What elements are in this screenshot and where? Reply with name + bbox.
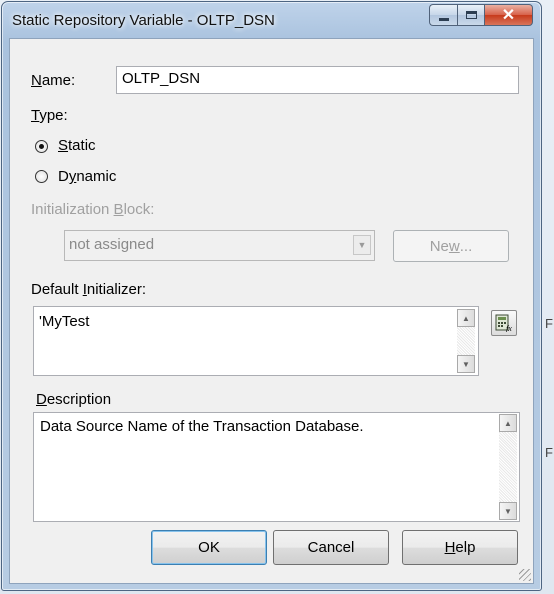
close-button[interactable]: ✕ [485,4,533,26]
minimize-button[interactable] [429,4,457,26]
scroll-track[interactable] [499,432,517,502]
new-init-block-button[interactable]: Ne w... [393,230,509,262]
dynamic-radio-label[interactable]: Dynamic [58,168,116,185]
name-label: Name: [31,72,76,89]
init-block-value: not assigned [69,236,155,253]
maximize-icon [465,11,477,19]
chevron-down-icon[interactable]: ▼ [353,235,371,255]
help-button[interactable]: Help [402,530,518,565]
caption-buttons: ✕ [429,4,533,26]
expression-builder-button[interactable]: fx [491,310,517,336]
background-text: F [545,445,553,460]
resize-grip[interactable] [519,569,531,581]
scroll-down-icon[interactable]: ▼ [499,502,517,520]
dynamic-radio[interactable] [35,170,48,183]
default-initializer-input[interactable]: 'MyTest [33,306,479,376]
svg-text:fx: fx [506,324,512,332]
scroll-down-icon[interactable]: ▼ [457,355,475,373]
description-label: Description [36,391,112,408]
close-icon: ✕ [501,7,516,24]
scroll-up-icon[interactable]: ▲ [499,414,517,432]
name-input[interactable]: OLTP_DSN [116,66,519,94]
description-value: Data Source Name of the Transaction Data… [40,418,364,435]
static-radio[interactable] [35,140,48,153]
name-value: OLTP_DSN [122,70,201,87]
init-block-label: Initialization Block: [31,201,155,218]
dialog-window: Static Repository Variable - OLTP_DSN ✕ … [1,1,542,591]
init-block-select[interactable]: not assigned ▼ [64,230,375,261]
dialog-body: Name: OLTP_DSN Type: Static Dynamic Init… [9,38,534,584]
description-scrollbar[interactable]: ▲ ▼ [499,414,517,520]
calculator-fx-icon: fx [495,314,512,332]
scroll-track[interactable] [457,327,475,355]
ok-button[interactable]: OK [151,530,267,565]
default-initializer-value: 'MyTest [39,313,90,330]
type-label: Type: [31,107,68,124]
background-text: F [545,316,553,331]
description-input[interactable]: Data Source Name of the Transaction Data… [33,412,520,522]
cancel-button[interactable]: Cancel [273,530,389,565]
title-bar[interactable]: Static Repository Variable - OLTP_DSN ✕ [2,2,541,38]
static-radio-label[interactable]: Static [58,137,96,154]
default-initializer-label: Default Initializer: [31,281,147,298]
minimize-icon [438,17,449,21]
default-initializer-scrollbar[interactable]: ▲ ▼ [457,309,475,373]
maximize-button[interactable] [457,4,485,26]
scroll-up-icon[interactable]: ▲ [457,309,475,327]
window-title: Static Repository Variable - OLTP_DSN [12,12,275,29]
